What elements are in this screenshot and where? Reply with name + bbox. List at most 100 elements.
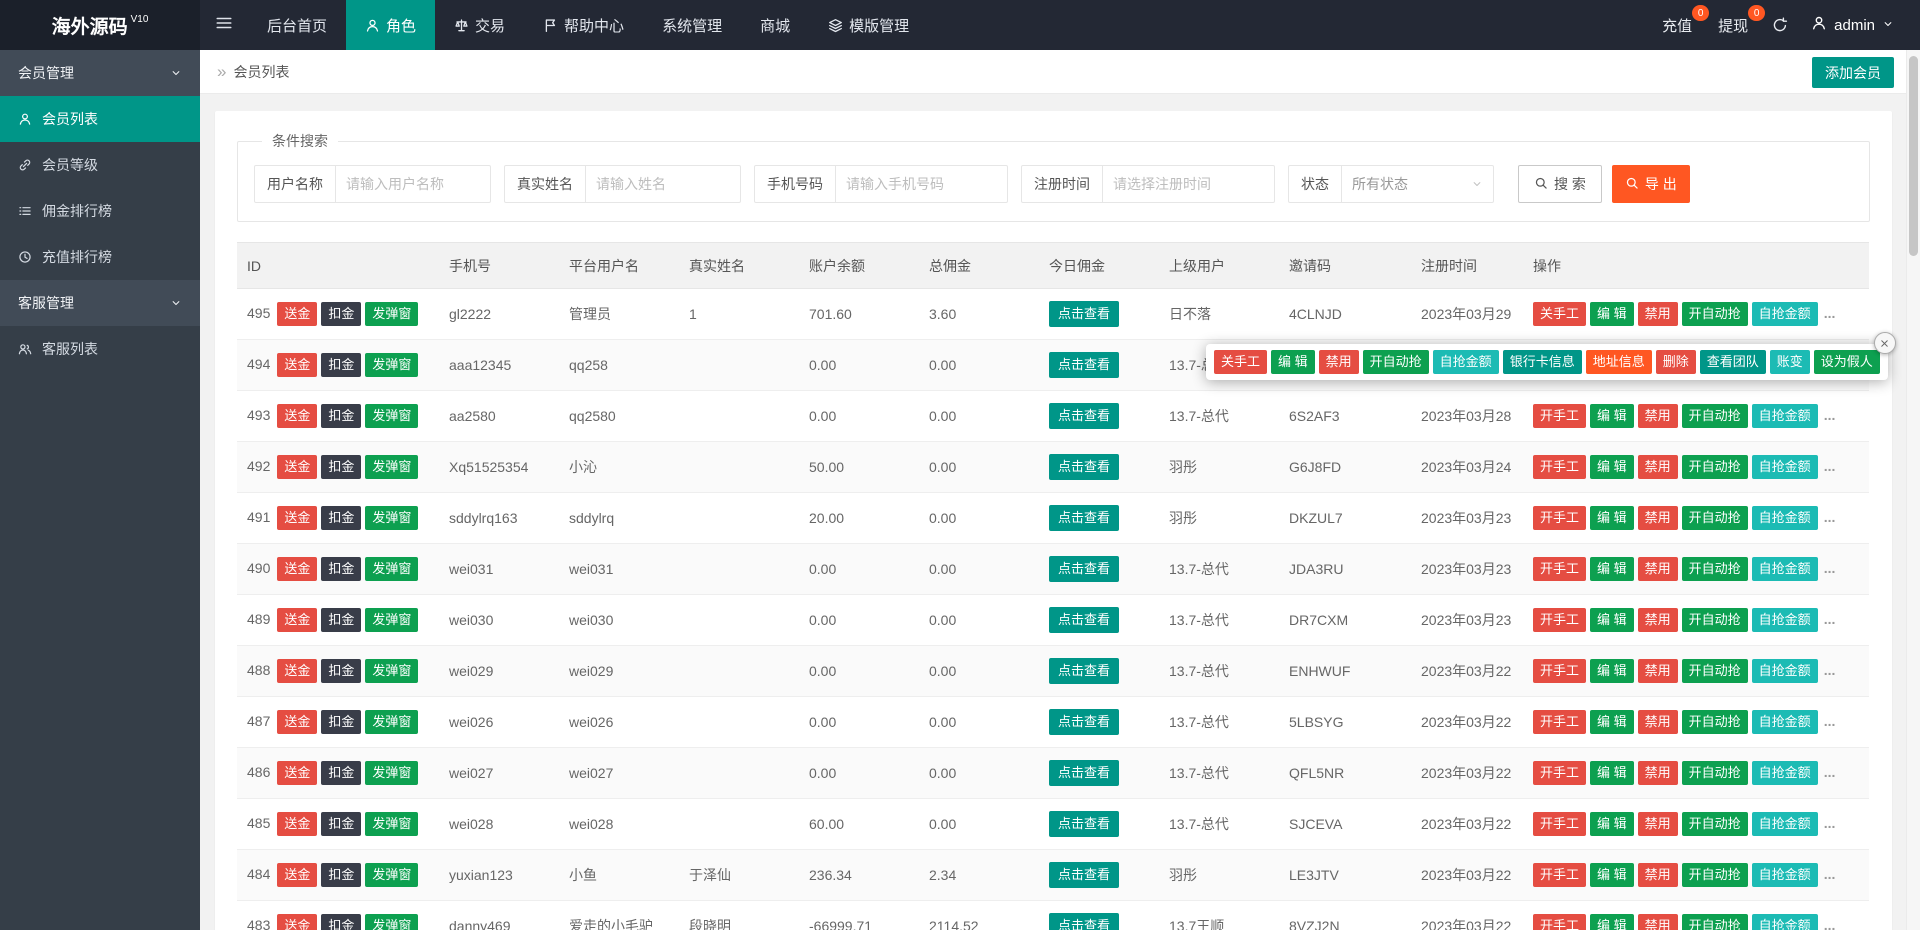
send-popup-button[interactable]: 发弹窗: [365, 862, 419, 888]
send-gold-button[interactable]: 送金: [277, 760, 318, 786]
deduct-gold-button[interactable]: 扣金: [321, 403, 362, 429]
view-today-commission-button[interactable]: 点击查看: [1049, 453, 1120, 481]
send-gold-button[interactable]: 送金: [277, 505, 318, 531]
view-today-commission-button[interactable]: 点击查看: [1049, 708, 1120, 736]
deduct-gold-button[interactable]: 扣金: [321, 556, 362, 582]
realname-input[interactable]: [586, 165, 741, 203]
more-actions-button[interactable]: ...: [1824, 458, 1836, 474]
row-action-button[interactable]: 自抢金额: [1751, 505, 1818, 531]
row-action-button[interactable]: 开手工: [1533, 505, 1587, 531]
row-action-button[interactable]: 编 辑: [1590, 556, 1634, 582]
send-popup-button[interactable]: 发弹窗: [365, 301, 419, 327]
send-gold-button[interactable]: 送金: [277, 862, 318, 888]
send-gold-button[interactable]: 送金: [277, 556, 318, 582]
menu-toggle-button[interactable]: [200, 0, 248, 50]
more-actions-button[interactable]: ...: [1824, 611, 1836, 627]
row-action-button[interactable]: 自抢金额: [1751, 862, 1818, 888]
view-today-commission-button[interactable]: 点击查看: [1049, 861, 1120, 889]
row-action-button[interactable]: 开自动抢: [1681, 556, 1748, 582]
row-action-button[interactable]: 禁用: [1637, 454, 1678, 480]
more-actions-button[interactable]: ...: [1824, 917, 1836, 930]
search-button[interactable]: 搜 索: [1518, 165, 1602, 203]
row-action-button[interactable]: 开自动抢: [1681, 454, 1748, 480]
row-action-button[interactable]: 自抢金额: [1751, 913, 1818, 930]
deduct-gold-button[interactable]: 扣金: [321, 301, 362, 327]
recharge-button[interactable]: 充值 0: [1649, 0, 1710, 50]
more-actions-button[interactable]: ...: [1824, 764, 1836, 780]
row-action-button[interactable]: 自抢金额: [1751, 658, 1818, 684]
row-action-button[interactable]: 开自动抢: [1681, 301, 1748, 327]
row-action-button[interactable]: 禁用: [1637, 658, 1678, 684]
send-gold-button[interactable]: 送金: [277, 301, 318, 327]
row-action-button[interactable]: 编 辑: [1590, 454, 1634, 480]
send-popup-button[interactable]: 发弹窗: [365, 760, 419, 786]
more-actions-button[interactable]: ...: [1824, 866, 1836, 882]
popup-action-button[interactable]: 查看团队: [1699, 350, 1766, 375]
nav-item[interactable]: 商城: [741, 0, 809, 50]
send-gold-button[interactable]: 送金: [277, 913, 318, 930]
row-action-button[interactable]: 编 辑: [1590, 913, 1634, 930]
regtime-input[interactable]: [1103, 165, 1275, 203]
row-action-button[interactable]: 开自动抢: [1681, 811, 1748, 837]
row-action-button[interactable]: 禁用: [1637, 811, 1678, 837]
sidebar-item[interactable]: 会员列表: [0, 96, 200, 142]
nav-item[interactable]: 后台首页: [248, 0, 346, 50]
phone-input[interactable]: [836, 165, 1008, 203]
row-action-button[interactable]: 编 辑: [1590, 862, 1634, 888]
send-gold-button[interactable]: 送金: [277, 811, 318, 837]
more-actions-button[interactable]: ...: [1824, 662, 1836, 678]
send-popup-button[interactable]: 发弹窗: [365, 913, 419, 930]
send-popup-button[interactable]: 发弹窗: [365, 505, 419, 531]
row-action-button[interactable]: 禁用: [1637, 403, 1678, 429]
more-actions-button[interactable]: ...: [1824, 509, 1836, 525]
row-action-button[interactable]: 开手工: [1533, 454, 1587, 480]
sidebar-item[interactable]: 充值排行榜: [0, 234, 200, 280]
row-action-button[interactable]: 禁用: [1637, 709, 1678, 735]
row-action-button[interactable]: 开自动抢: [1681, 505, 1748, 531]
nav-item[interactable]: 帮助中心: [524, 0, 643, 50]
row-action-button[interactable]: 开手工: [1533, 913, 1587, 930]
send-popup-button[interactable]: 发弹窗: [365, 709, 419, 735]
row-action-button[interactable]: 编 辑: [1590, 607, 1634, 633]
row-action-button[interactable]: 编 辑: [1590, 760, 1634, 786]
sidebar-section-title[interactable]: 会员管理: [0, 50, 200, 96]
row-action-button[interactable]: 开手工: [1533, 811, 1587, 837]
popup-action-button[interactable]: 删除: [1655, 350, 1696, 375]
deduct-gold-button[interactable]: 扣金: [321, 811, 362, 837]
popup-action-button[interactable]: 地址信息: [1585, 350, 1652, 375]
deduct-gold-button[interactable]: 扣金: [321, 760, 362, 786]
row-action-button[interactable]: 关手工: [1533, 301, 1587, 327]
export-button[interactable]: 导 出: [1611, 165, 1690, 203]
popup-action-button[interactable]: 银行卡信息: [1502, 350, 1582, 375]
row-action-button[interactable]: 禁用: [1637, 505, 1678, 531]
deduct-gold-button[interactable]: 扣金: [321, 352, 362, 378]
popup-close-button[interactable]: [1873, 332, 1896, 354]
row-action-button[interactable]: 编 辑: [1590, 811, 1634, 837]
popup-action-button[interactable]: 开自动抢: [1362, 350, 1429, 375]
deduct-gold-button[interactable]: 扣金: [321, 658, 362, 684]
popup-action-button[interactable]: 账变: [1769, 350, 1810, 375]
deduct-gold-button[interactable]: 扣金: [321, 607, 362, 633]
send-popup-button[interactable]: 发弹窗: [365, 454, 419, 480]
add-member-button[interactable]: 添加会员: [1812, 57, 1894, 88]
row-action-button[interactable]: 开手工: [1533, 760, 1587, 786]
row-action-button[interactable]: 开手工: [1533, 709, 1587, 735]
view-today-commission-button[interactable]: 点击查看: [1049, 912, 1120, 930]
row-action-button[interactable]: 禁用: [1637, 862, 1678, 888]
send-popup-button[interactable]: 发弹窗: [365, 607, 419, 633]
view-today-commission-button[interactable]: 点击查看: [1049, 759, 1120, 787]
row-action-button[interactable]: 自抢金额: [1751, 607, 1818, 633]
row-action-button[interactable]: 自抢金额: [1751, 556, 1818, 582]
send-popup-button[interactable]: 发弹窗: [365, 352, 419, 378]
more-actions-button[interactable]: ...: [1824, 815, 1836, 831]
popup-action-button[interactable]: 设为假人: [1813, 350, 1880, 375]
deduct-gold-button[interactable]: 扣金: [321, 862, 362, 888]
send-gold-button[interactable]: 送金: [277, 607, 318, 633]
row-action-button[interactable]: 自抢金额: [1751, 301, 1818, 327]
row-action-button[interactable]: 禁用: [1637, 760, 1678, 786]
send-popup-button[interactable]: 发弹窗: [365, 403, 419, 429]
row-action-button[interactable]: 开自动抢: [1681, 658, 1748, 684]
view-today-commission-button[interactable]: 点击查看: [1049, 504, 1120, 532]
deduct-gold-button[interactable]: 扣金: [321, 913, 362, 930]
send-gold-button[interactable]: 送金: [277, 403, 318, 429]
